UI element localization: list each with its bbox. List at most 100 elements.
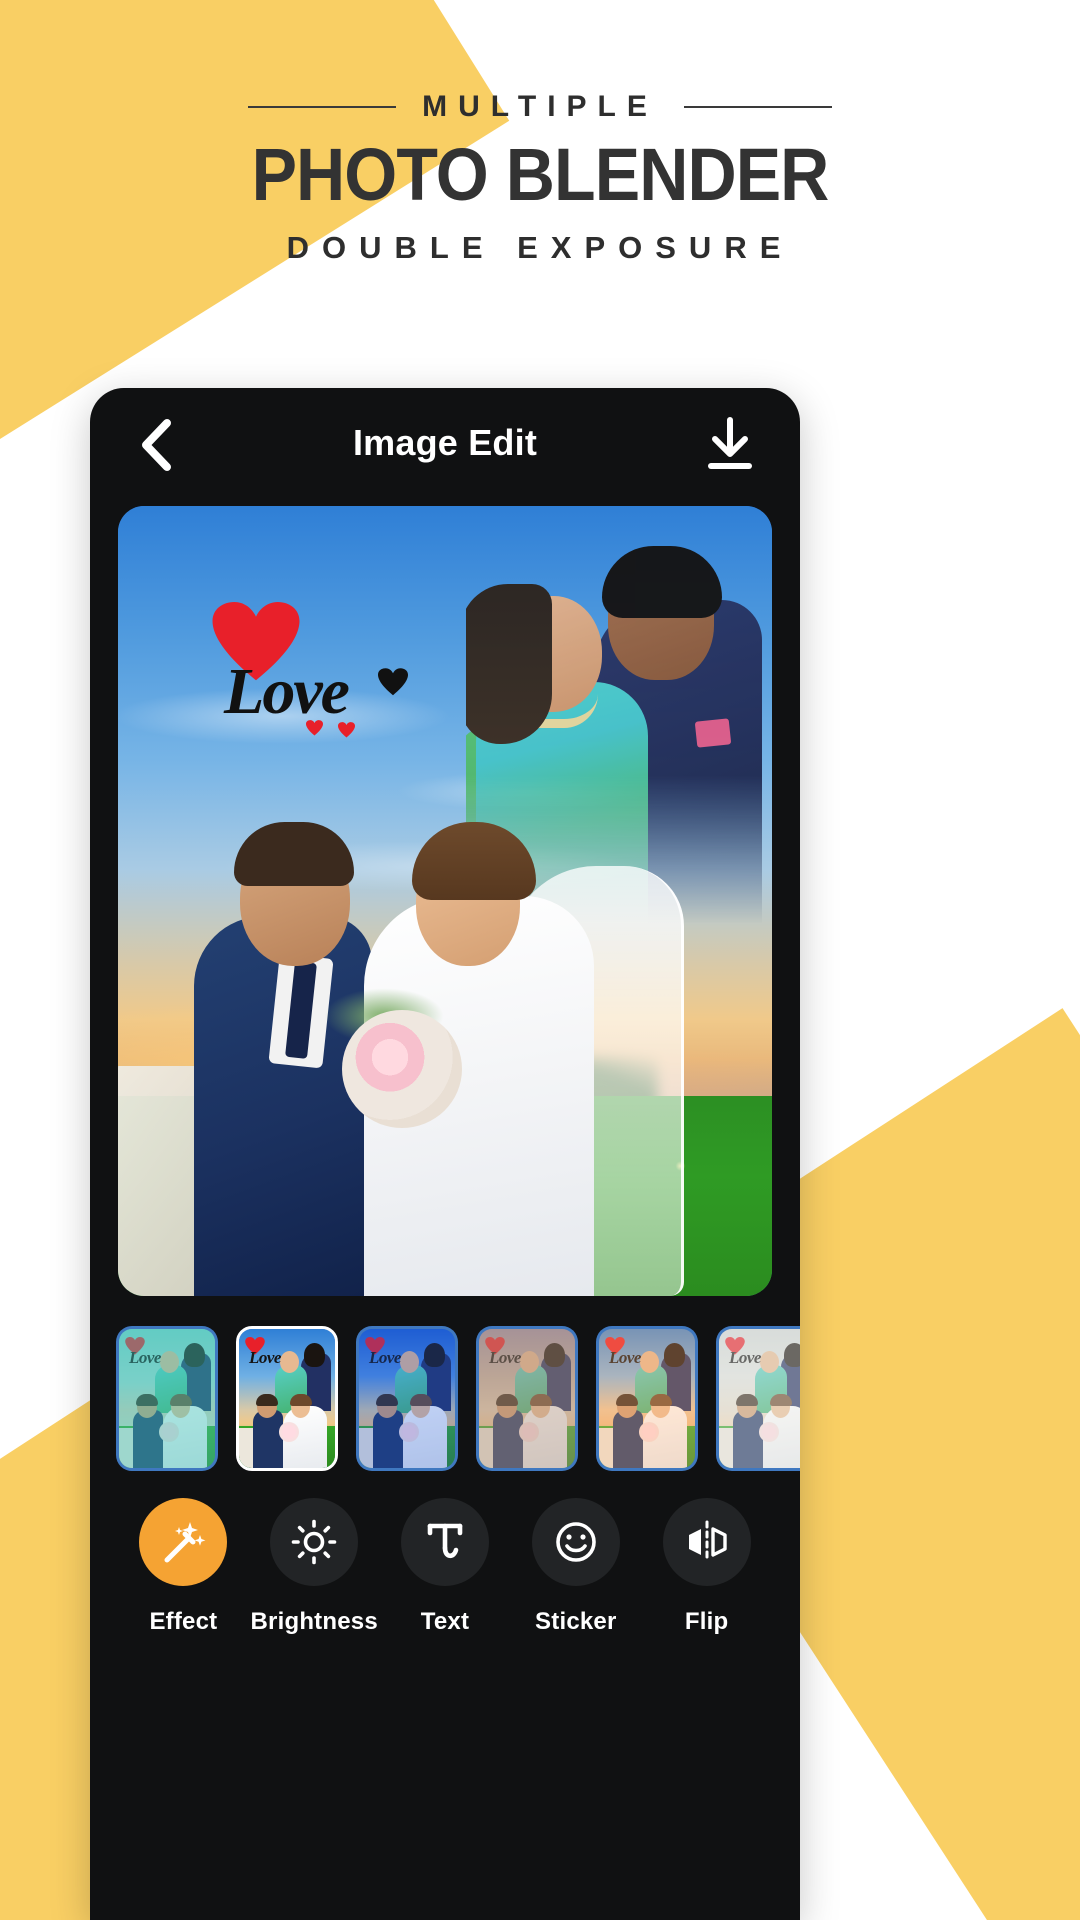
- toolbar-item-flip[interactable]: Flip: [647, 1498, 767, 1636]
- bride-hair: [412, 822, 536, 900]
- toolbar-item-label: Effect: [149, 1608, 218, 1635]
- thumb-groom: [733, 1409, 763, 1468]
- thumb-top-man-head: [424, 1342, 445, 1367]
- thumb-bouquet: [279, 1421, 299, 1442]
- toolbar-item-text[interactable]: Text: [385, 1498, 505, 1636]
- filter-thumbnail[interactable]: Love: [356, 1325, 458, 1471]
- magic-wand-icon: [164, 1522, 206, 1563]
- promo-kicker: MULTIPLE: [422, 90, 658, 123]
- save-button[interactable]: [698, 412, 762, 476]
- heart-icon-small-2: [306, 720, 323, 736]
- toolbar-icon-button[interactable]: [531, 1498, 620, 1586]
- filter-thumbnail-strip[interactable]: Love Love Love Love Love Love: [90, 1318, 800, 1478]
- toolbar-icon-button[interactable]: [270, 1498, 359, 1586]
- thumb-groom-hair: [496, 1393, 518, 1406]
- thumb-bride-hair: [530, 1393, 552, 1406]
- filter-thumbnail[interactable]: Love: [596, 1325, 698, 1471]
- thumb-top-man-head: [664, 1342, 685, 1367]
- chevron-left-icon: [142, 419, 171, 471]
- thumb-love-text: Love: [369, 1347, 401, 1367]
- groom-hair: [234, 822, 354, 886]
- thumb-bottom-couple: [123, 1393, 215, 1468]
- toolbar-item-brightness[interactable]: Brightness: [251, 1498, 378, 1636]
- love-sticker-text: Love: [224, 655, 350, 728]
- thumb-bride-hair: [770, 1393, 792, 1406]
- toolbar-item-label: Text: [420, 1608, 470, 1635]
- app-bar: Image Edit: [90, 388, 800, 498]
- toolbar-item-sticker[interactable]: Sticker: [516, 1498, 636, 1636]
- toolbar-item-label: Flip: [684, 1608, 729, 1635]
- thumb-groom: [493, 1409, 523, 1468]
- heart-icon-small-3: [338, 722, 355, 738]
- thumb-groom-hair: [256, 1393, 278, 1406]
- flip-icon: [688, 1520, 727, 1564]
- filter-thumbnail[interactable]: Love: [476, 1325, 578, 1471]
- thumb-top-man-head: [184, 1342, 205, 1367]
- kicker-rule-right: [683, 106, 832, 108]
- thumb-groom-hair: [376, 1393, 398, 1406]
- text-tool-icon: [427, 1523, 463, 1559]
- promo-subline: DOUBLE EXPOSURE: [286, 229, 794, 265]
- promo-screenshot: MULTIPLE PHOTO BLENDER DOUBLE EXPOSURE I…: [0, 0, 1080, 1920]
- top-man-pocket-square: [694, 718, 732, 748]
- thumb-bottom-couple: [243, 1393, 335, 1468]
- heart-icon-small-1: [378, 668, 408, 696]
- thumb-top-man-head: [784, 1342, 800, 1367]
- toolbar-item-label: Sticker: [535, 1608, 617, 1635]
- edit-canvas[interactable]: Love: [118, 506, 772, 1296]
- thumb-love-text: Love: [249, 1347, 281, 1367]
- phone-mockup: Image Edit Love Love Love Love Love Love…: [90, 388, 800, 1920]
- thumb-groom: [133, 1409, 163, 1468]
- thumb-groom-hair: [616, 1393, 638, 1406]
- bridal-bouquet: [342, 1010, 462, 1128]
- thumb-top-man-head: [304, 1342, 325, 1367]
- thumb-love-text: Love: [729, 1347, 761, 1367]
- promo-banner: MULTIPLE PHOTO BLENDER DOUBLE EXPOSURE: [0, 90, 1080, 266]
- toolbar-icon-button[interactable]: [400, 1498, 489, 1586]
- filter-thumbnail[interactable]: Love: [236, 1325, 338, 1471]
- thumb-groom-hair: [136, 1393, 158, 1406]
- toolbar-icon-button[interactable]: [662, 1498, 751, 1586]
- thumb-bottom-couple: [363, 1393, 455, 1468]
- filter-thumbnail[interactable]: Love: [716, 1325, 800, 1471]
- thumb-groom: [253, 1409, 283, 1468]
- sun-icon: [291, 1519, 337, 1565]
- top-man-hair: [602, 546, 722, 618]
- thumb-love-text: Love: [489, 1347, 521, 1367]
- thumb-groom: [373, 1409, 403, 1468]
- toolbar-icon-button[interactable]: [139, 1498, 228, 1586]
- smiley-face-icon: [555, 1522, 596, 1562]
- thumb-groom-hair: [736, 1393, 758, 1406]
- thumb-bouquet: [399, 1421, 419, 1442]
- thumb-bouquet: [159, 1421, 179, 1442]
- thumb-bride-hair: [650, 1393, 672, 1406]
- thumb-bottom-couple: [723, 1393, 800, 1468]
- thumb-love-sticker: Love: [605, 1336, 653, 1367]
- thumb-love-sticker: Love: [485, 1336, 533, 1367]
- toolbar-item-effect[interactable]: Effect: [123, 1498, 243, 1636]
- back-button[interactable]: [124, 414, 186, 476]
- base-photo-couple-bottom: [128, 776, 688, 1296]
- kicker-rule-left: [248, 106, 397, 108]
- promo-kicker-row: MULTIPLE: [0, 90, 1080, 124]
- thumb-bottom-couple: [603, 1393, 695, 1468]
- top-woman-hair: [460, 584, 552, 744]
- thumb-groom: [613, 1409, 643, 1468]
- thumb-love-sticker: Love: [365, 1336, 413, 1367]
- edit-toolbar: Effect Brightness Text Sticker Flip: [90, 1498, 800, 1758]
- thumb-love-sticker: Love: [125, 1336, 173, 1367]
- thumb-bride-hair: [290, 1393, 312, 1406]
- thumb-bouquet: [519, 1421, 539, 1442]
- thumb-bouquet: [639, 1421, 659, 1442]
- download-icon: [708, 417, 752, 469]
- thumb-bride-hair: [410, 1393, 432, 1406]
- toolbar-item-label: Brightness: [250, 1608, 378, 1635]
- thumb-love-text: Love: [609, 1347, 641, 1367]
- page-title: Image Edit: [352, 422, 538, 463]
- filter-thumbnail[interactable]: Love: [116, 1325, 218, 1471]
- love-sticker[interactable]: Love: [206, 602, 416, 742]
- thumb-love-text: Love: [129, 1347, 161, 1367]
- thumb-love-sticker: Love: [725, 1336, 773, 1367]
- thumb-bouquet: [759, 1421, 779, 1442]
- thumb-top-man-head: [544, 1342, 565, 1367]
